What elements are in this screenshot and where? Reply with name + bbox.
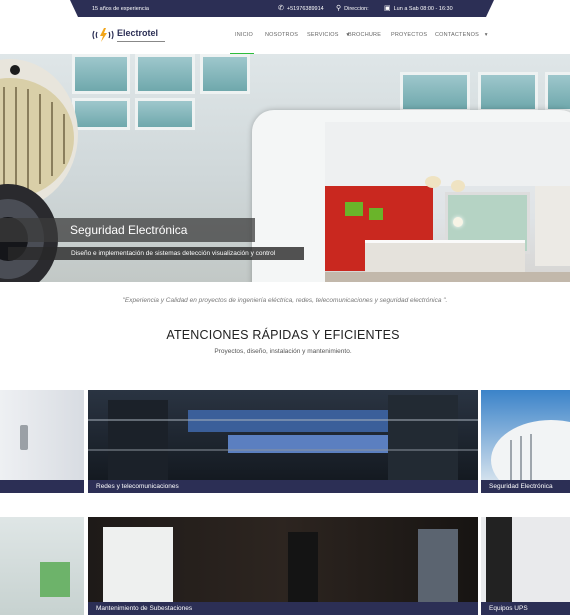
service-tile-label: Mantenimiento de Subestaciones (88, 602, 478, 615)
brand-name: Electrotel (117, 27, 159, 38)
service-tile-subestaciones[interactable]: Mantenimiento de Subestaciones (88, 517, 478, 615)
service-tile-ups[interactable]: Equipos UPS (481, 517, 570, 615)
nav-nosotros[interactable]: NOSOTROS (265, 32, 298, 38)
section-heading: ATENCIONES RÁPIDAS Y EFICIENTES (166, 328, 400, 342)
logo[interactable]: Electrotel (92, 28, 165, 42)
service-tile-left-partial[interactable] (0, 390, 84, 493)
phone-info[interactable]: ✆ +51976389914 (278, 0, 324, 17)
window-pane (478, 72, 538, 112)
address-label: Direccion: (344, 5, 369, 12)
window-pane (72, 54, 130, 94)
nav-inicio[interactable]: INICIO (235, 32, 253, 38)
lightning-logo-icon (92, 28, 114, 42)
address-info[interactable]: ⚲ Direccion: (336, 0, 369, 17)
hero-title: Seguridad Electrónica (0, 218, 255, 242)
brand-tagline-line (117, 40, 165, 42)
phone-number: +51976389914 (286, 5, 324, 12)
hours-text: Lun a Sab 08:00 - 16:30 (393, 5, 453, 12)
service-tile-label: Seguridad Electrónica (481, 480, 570, 493)
location-pin-icon: ⚲ (336, 5, 342, 12)
section-subheading: Proyectos, diseño, instalación y manteni… (214, 348, 352, 355)
calendar-icon: ▣ (384, 5, 391, 12)
window-pane (135, 54, 195, 94)
hero-slider[interactable]: Seguridad Electrónica Diseño e implement… (0, 54, 570, 282)
network-cables-image (88, 395, 478, 480)
experience-text: 15 años de experiencia (92, 5, 149, 12)
window-pane (135, 98, 195, 130)
service-tile-left-partial-2[interactable] (0, 517, 84, 615)
kitchen-photo (325, 122, 570, 282)
nav-servicios[interactable]: SERVICIOS ▾ (307, 32, 349, 38)
window-pane (400, 72, 470, 112)
hours-info: ▣ Lun a Sab 08:00 - 16:30 (384, 0, 453, 17)
phone-icon: ✆ (278, 5, 284, 12)
service-tile-label: Redes y telecomunicaciones (88, 480, 478, 493)
service-tile-label (0, 480, 84, 493)
window-pane (72, 98, 130, 130)
top-info-bar: 15 años de experiencia ✆ +51976389914 ⚲ … (70, 0, 494, 17)
hero-subtitle: Diseño e implementación de sistemas dete… (8, 247, 304, 260)
caret-down-icon: ▾ (484, 32, 488, 38)
service-tile-label: Equipos UPS (481, 602, 570, 615)
intro-quote: "Experiencia y Calidad en proyectos de i… (122, 297, 448, 304)
nav-proyectos[interactable]: PROYECTOS (391, 32, 427, 38)
window-pane (200, 54, 250, 94)
camera-closeup-image (491, 420, 570, 493)
nav-servicios-label: SERVICIOS (307, 32, 339, 38)
service-tile-seguridad[interactable]: Seguridad Electrónica (481, 390, 570, 493)
service-tile-redes[interactable]: Redes y telecomunicaciones (88, 390, 478, 493)
nav-brochure[interactable]: BROCHURE (348, 32, 381, 38)
nav-contactenos[interactable]: CONTACTENOS ▾ (435, 32, 488, 38)
nav-contactenos-label: CONTACTENOS (435, 32, 479, 38)
window-pane (545, 72, 570, 112)
